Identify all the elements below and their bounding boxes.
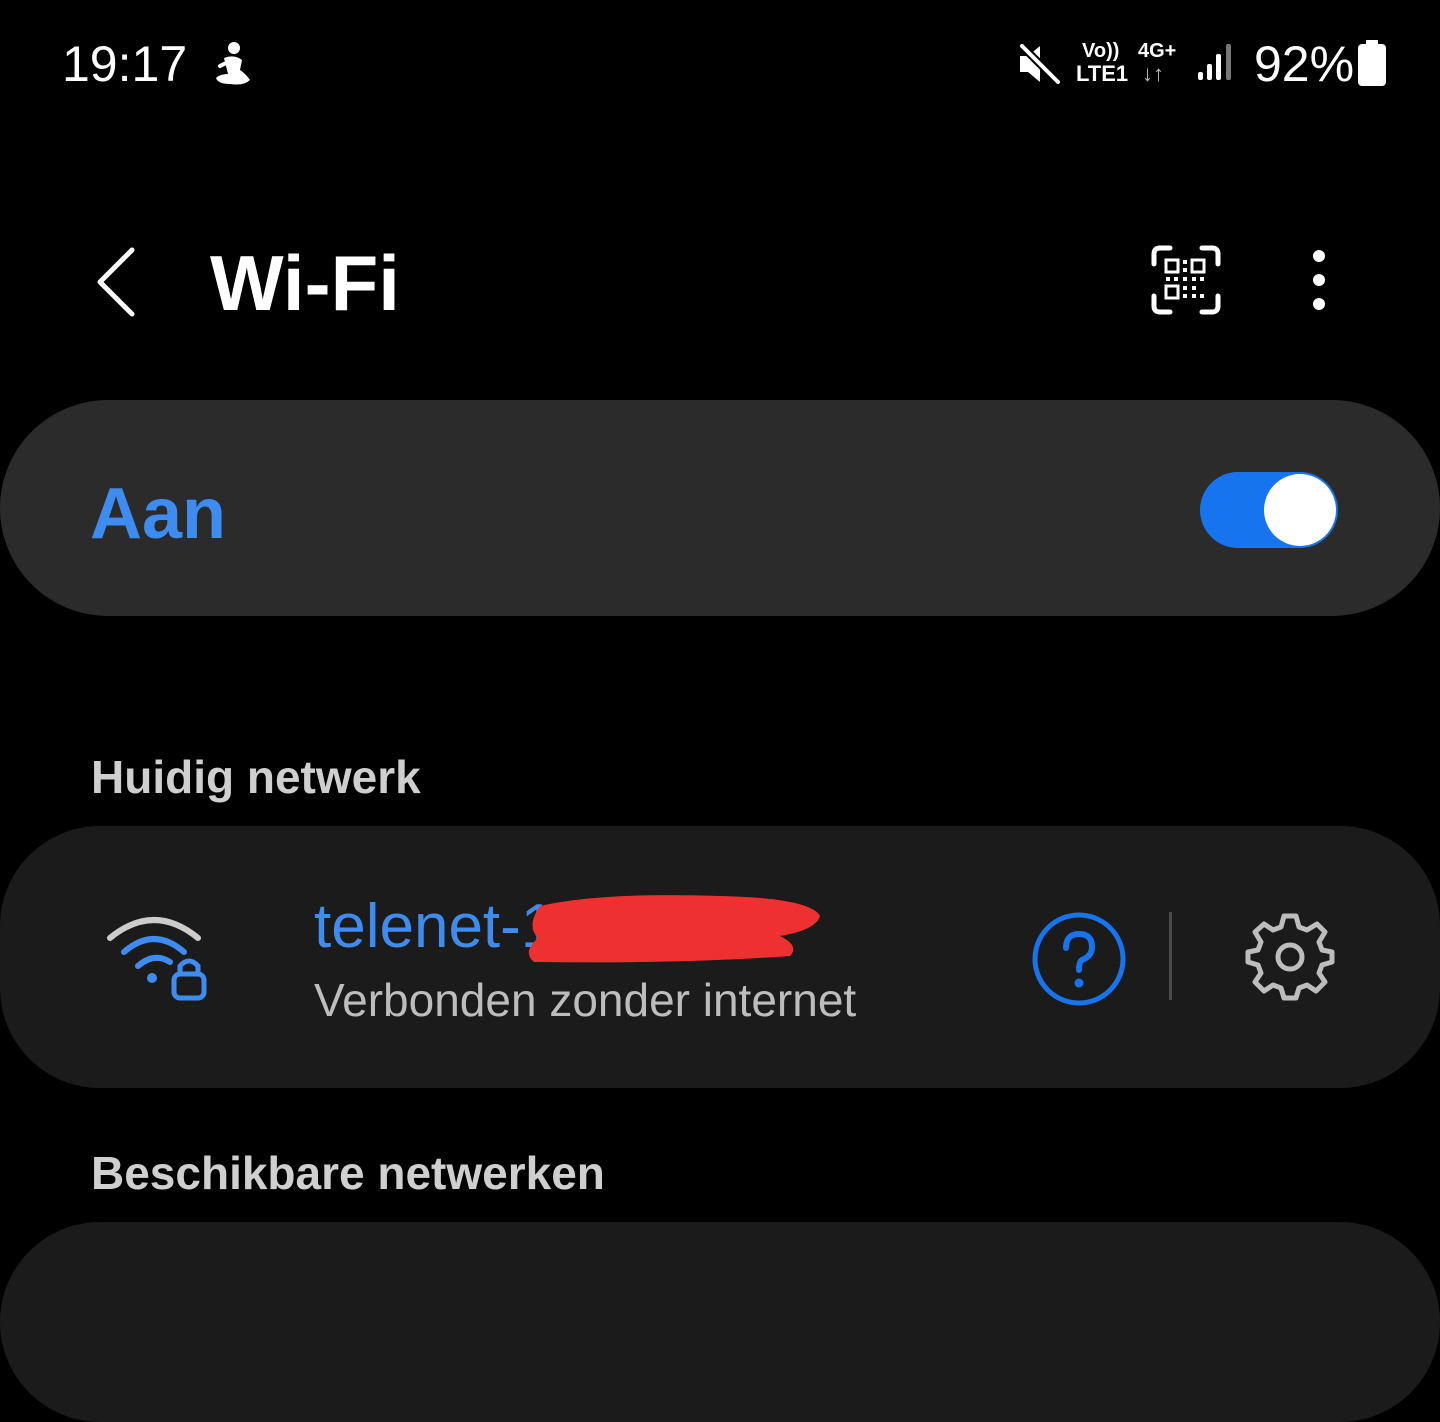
- help-icon[interactable]: [1030, 910, 1128, 1008]
- qr-scan-icon[interactable]: [1150, 244, 1222, 316]
- wifi-toggle-label: Aan: [90, 474, 227, 554]
- network-type-indicator: 4G+ ↓↑: [1138, 40, 1184, 86]
- volte-indicator: Vo)) LTE1: [1076, 40, 1132, 86]
- wifi-toggle-switch[interactable]: [1200, 472, 1338, 548]
- battery-percent: 92%: [1254, 36, 1355, 92]
- action-divider: [1169, 912, 1172, 1000]
- signal-icon: [1198, 44, 1231, 80]
- settings-gear-icon[interactable]: [1244, 910, 1336, 1002]
- battery-icon: [1358, 40, 1386, 86]
- toggle-knob: [1264, 474, 1336, 546]
- available-networks-heading: Beschikbare netwerken: [91, 1147, 605, 1199]
- network-type: 4G+: [1138, 40, 1177, 62]
- volte-bottom: LTE1: [1076, 61, 1129, 86]
- mute-icon: [1019, 43, 1061, 85]
- more-options-icon[interactable]: [1296, 244, 1342, 316]
- page-title: Wi-Fi: [210, 239, 400, 327]
- wifi-locked-icon: [107, 917, 207, 1001]
- back-icon[interactable]: [94, 246, 142, 318]
- redaction-scribble: [528, 895, 820, 963]
- status-time: 19:17: [62, 36, 188, 92]
- data-arrows: ↓↑: [1142, 61, 1164, 86]
- current-network-heading: Huidig netwerk: [91, 751, 421, 803]
- volte-top: Vo)): [1082, 40, 1120, 62]
- network-status: Verbonden zonder internet: [314, 974, 857, 1026]
- person-icon: [216, 42, 250, 85]
- available-networks-card[interactable]: [0, 1222, 1440, 1422]
